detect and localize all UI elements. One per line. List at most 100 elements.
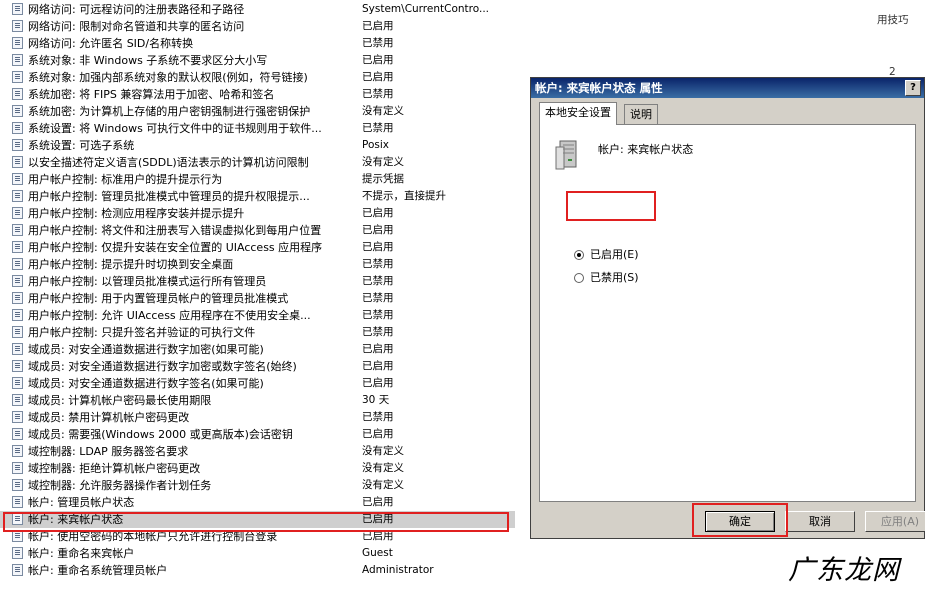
policy-value: 已启用 [362, 241, 394, 253]
policy-name: 域控制器: 允许服务器操作者计划任务 [28, 479, 212, 492]
tab-explain[interactable]: 说明 [624, 104, 658, 124]
policy-row[interactable]: 域控制器: 拒绝计算机帐户密码更改 没有定义 [0, 460, 515, 477]
policy-row[interactable]: 用户帐户控制: 将文件和注册表写入错误虚拟化到每用户位置 已启用 [0, 222, 515, 239]
radio-button[interactable] [574, 250, 584, 260]
policy-row[interactable]: 网络访问: 限制对命名管道和共享的匿名访问 已启用 [0, 18, 515, 35]
policy-icon [12, 224, 23, 236]
cancel-button[interactable]: 取消 [785, 511, 855, 532]
policy-icon [12, 139, 23, 151]
policy-row[interactable]: 用户帐户控制: 只提升签名并验证的可执行文件 已禁用 [0, 324, 515, 341]
policy-row[interactable]: 用户帐户控制: 管理员批准模式中管理员的提升权限提示... 不提示，直接提升 [0, 188, 515, 205]
policy-name: 帐户: 重命名来宾帐户 [28, 547, 135, 560]
policy-icon [12, 343, 23, 355]
policy-name: 用户帐户控制: 用于内置管理员帐户的管理员批准模式 [28, 292, 289, 305]
policy-row[interactable]: 域成员: 禁用计算机帐户密码更改 已禁用 [0, 409, 515, 426]
policy-name: 网络访问: 允许匿名 SID/名称转换 [28, 37, 194, 50]
policy-value: 已禁用 [362, 37, 394, 49]
policy-value: 已启用 [362, 360, 394, 372]
policy-name: 系统加密: 为计算机上存储的用户密钥强制进行强密钥保护 [28, 105, 311, 118]
policy-value: 30 天 [362, 394, 390, 406]
policy-icon [12, 173, 23, 185]
policy-icon [12, 37, 23, 49]
policy-row[interactable]: 用户帐户控制: 标准用户的提升提示行为 提示凭据 [0, 171, 515, 188]
policy-row[interactable]: 帐户: 重命名来宾帐户 Guest [0, 545, 515, 562]
policy-icon [12, 122, 23, 134]
policy-row[interactable]: 网络访问: 可远程访问的注册表路径和子路径 System\CurrentContr… [0, 1, 515, 18]
policy-row[interactable]: 用户帐户控制: 允许 UIAccess 应用程序在不使用安全桌... 已禁用 [0, 307, 515, 324]
policy-row[interactable]: 帐户: 重命名系统管理员帐户 Administrator [0, 562, 515, 579]
policy-name: 帐户: 重命名系统管理员帐户 [28, 564, 168, 577]
policy-row[interactable]: 用户帐户控制: 提示提升时切换到安全桌面 已禁用 [0, 256, 515, 273]
policy-name: 系统设置: 可选子系统 [28, 139, 135, 152]
policy-name: 系统对象: 加强内部系统对象的默认权限(例如，符号链接) [28, 71, 308, 84]
policy-name: 用户帐户控制: 以管理员批准模式运行所有管理员 [28, 275, 267, 288]
policy-value: Administrator [362, 564, 434, 576]
policy-name: 用户帐户控制: 允许 UIAccess 应用程序在不使用安全桌... [28, 309, 311, 322]
policy-row[interactable]: 系统加密: 将 FIPS 兼容算法用于加密、哈希和签名 已禁用 [0, 86, 515, 103]
policy-value: 已禁用 [362, 309, 394, 321]
policy-row[interactable]: 帐户: 管理员帐户状态 已启用 [0, 494, 515, 511]
tab-local-security-setting[interactable]: 本地安全设置 [539, 102, 617, 125]
policy-name: 用户帐户控制: 只提升签名并验证的可执行文件 [28, 326, 256, 339]
policy-value: 已启用 [362, 71, 394, 83]
policy-row[interactable]: 系统对象: 加强内部系统对象的默认权限(例如，符号链接) 已启用 [0, 69, 515, 86]
policy-name: 域控制器: LDAP 服务器签名要求 [28, 445, 189, 458]
policy-name: 用户帐户控制: 标准用户的提升提示行为 [28, 173, 223, 186]
policy-row[interactable]: 域成员: 对安全通道数据进行数字加密(如果可能) 已启用 [0, 341, 515, 358]
radio-disabled[interactable]: 已禁用(S) [574, 269, 639, 287]
policy-row[interactable]: 用户帐户控制: 检测应用程序安装并提示提升 已启用 [0, 205, 515, 222]
policy-value: 已禁用 [362, 326, 394, 338]
policy-icon [12, 258, 23, 270]
policy-row[interactable]: 域成员: 计算机帐户密码最长使用期限 30 天 [0, 392, 515, 409]
policy-row[interactable]: 用户帐户控制: 用于内置管理员帐户的管理员批准模式 已禁用 [0, 290, 515, 307]
watermark: 广东龙网 [788, 555, 900, 586]
policy-row[interactable]: 以安全描述符定义语言(SDDL)语法表示的计算机访问限制 没有定义 [0, 154, 515, 171]
policy-value: 已启用 [362, 20, 394, 32]
policy-icon [12, 496, 23, 508]
radio-enabled[interactable]: 已启用(E) [574, 246, 639, 264]
policy-row[interactable]: 域控制器: LDAP 服务器签名要求 没有定义 [0, 443, 515, 460]
policy-icon [12, 309, 23, 321]
policy-value: 没有定义 [362, 445, 404, 457]
policy-icon [12, 54, 23, 66]
policy-value: 已禁用 [362, 275, 394, 287]
background-text: 用技巧 [877, 14, 909, 26]
policy-value: 已启用 [362, 343, 394, 355]
policy-row[interactable]: 域成员: 需要强(Windows 2000 或更高版本)会话密钥 已启用 [0, 426, 515, 443]
policy-row[interactable]: 域成员: 对安全通道数据进行数字加密或数字签名(始终) 已启用 [0, 358, 515, 375]
policy-icon [12, 479, 23, 491]
policy-icon [12, 547, 23, 559]
policy-icon [12, 275, 23, 287]
help-button[interactable]: ? [905, 80, 921, 96]
policy-value: 已启用 [362, 224, 394, 236]
policy-row[interactable]: 系统加密: 为计算机上存储的用户密钥强制进行强密钥保护 没有定义 [0, 103, 515, 120]
policy-row[interactable]: 用户帐户控制: 以管理员批准模式运行所有管理员 已禁用 [0, 273, 515, 290]
policy-name: 域成员: 计算机帐户密码最长使用期限 [28, 394, 212, 407]
policy-value: 已禁用 [362, 258, 394, 270]
policy-value: 提示凭据 [362, 173, 404, 185]
policy-value: 已禁用 [362, 88, 394, 100]
policy-row[interactable]: 用户帐户控制: 仅提升安装在安全位置的 UIAccess 应用程序 已启用 [0, 239, 515, 256]
policy-title: 帐户: 来宾帐户状态 [598, 143, 694, 156]
policy-name: 系统加密: 将 FIPS 兼容算法用于加密、哈希和签名 [28, 88, 275, 101]
highlight-selected-row [3, 512, 509, 532]
policy-row[interactable]: 系统对象: 非 Windows 子系统不要求区分大小写 已启用 [0, 52, 515, 69]
policy-icon [12, 326, 23, 338]
policy-name: 域成员: 需要强(Windows 2000 或更高版本)会话密钥 [28, 428, 293, 441]
policy-row[interactable]: 系统设置: 将 Windows 可执行文件中的证书规则用于软件... 已禁用 [0, 120, 515, 137]
radio-button[interactable] [574, 273, 584, 283]
properties-dialog: 帐户: 来宾帐户状态 属性 ? 本地安全设置 说明 帐户: 来宾帐户状态 已启用… [530, 77, 925, 539]
policy-name: 域控制器: 拒绝计算机帐户密码更改 [28, 462, 201, 475]
policy-icon [12, 462, 23, 474]
policy-name: 域成员: 禁用计算机帐户密码更改 [28, 411, 190, 424]
policy-icon [12, 360, 23, 372]
policy-row[interactable]: 域控制器: 允许服务器操作者计划任务 没有定义 [0, 477, 515, 494]
apply-button[interactable]: 应用(A) [865, 511, 925, 532]
policy-icon [12, 445, 23, 457]
policy-row[interactable]: 网络访问: 允许匿名 SID/名称转换 已禁用 [0, 35, 515, 52]
policy-icon [12, 156, 23, 168]
policy-name: 用户帐户控制: 提示提升时切换到安全桌面 [28, 258, 234, 271]
dialog-titlebar[interactable]: 帐户: 来宾帐户状态 属性 ? [531, 78, 924, 98]
policy-row[interactable]: 域成员: 对安全通道数据进行数字签名(如果可能) 已启用 [0, 375, 515, 392]
policy-row[interactable]: 系统设置: 可选子系统 Posix [0, 137, 515, 154]
